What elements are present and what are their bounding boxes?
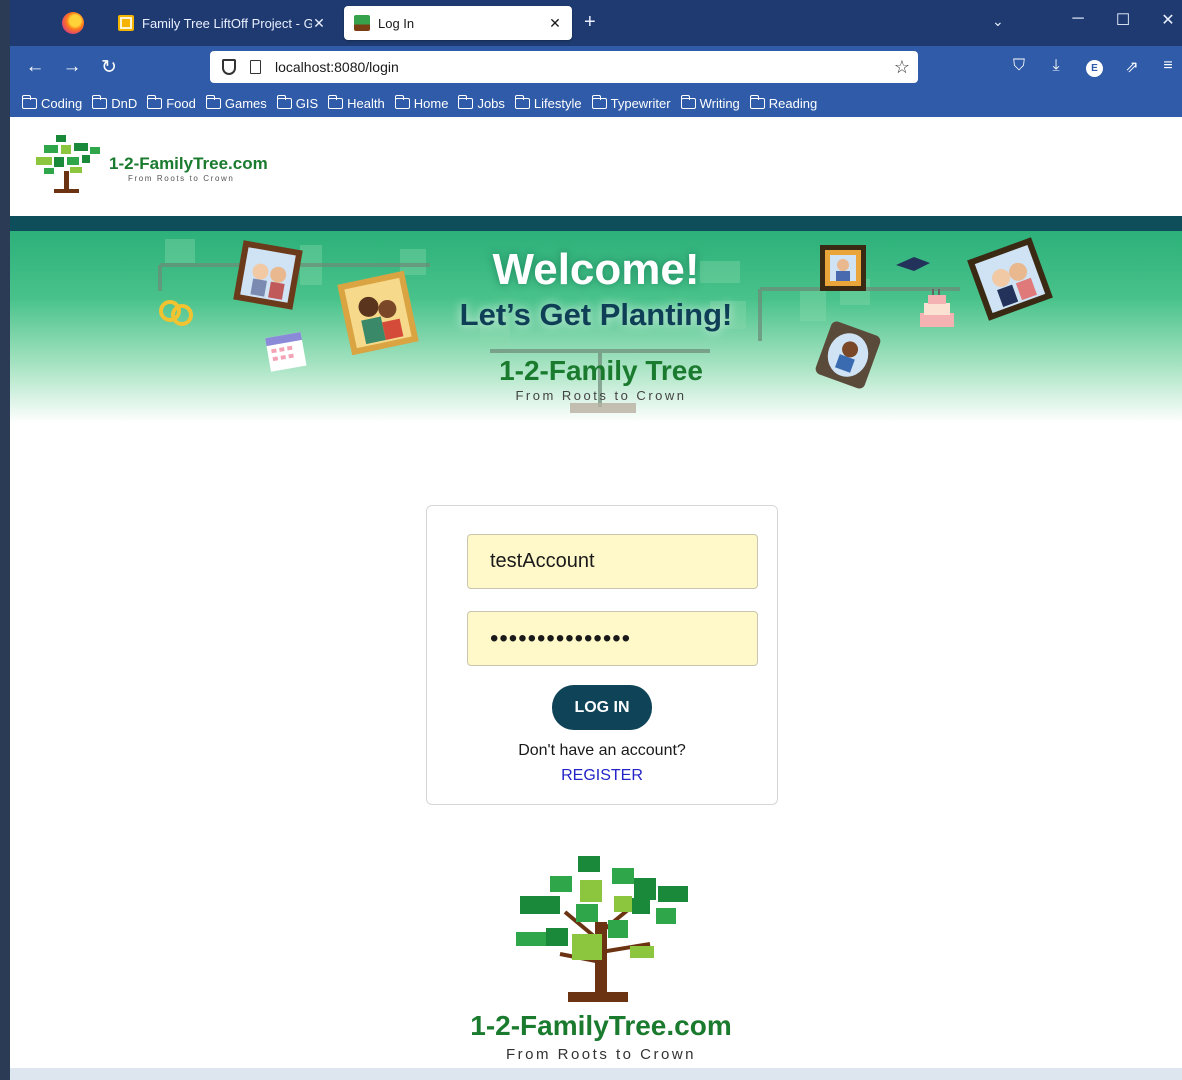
tree-favicon-icon (354, 15, 370, 31)
header-brand[interactable]: 1-2-FamilyTree.com (109, 154, 268, 174)
new-tab-button[interactable]: + (584, 12, 596, 32)
maximize-button[interactable]: ☐ (1111, 10, 1135, 30)
login-form: testAccount ••••••••••••••• LOG IN Don't… (426, 505, 778, 805)
bookmark-folder[interactable]: Food (147, 95, 196, 111)
share-icon[interactable]: ⇗ (1121, 57, 1143, 77)
footer-tree-logo-icon (516, 856, 688, 1002)
tab-title: Log In (378, 15, 415, 31)
banner-subtitle: Let’s Get Planting! (459, 297, 733, 332)
folder-icon (394, 95, 410, 109)
bookmark-folder[interactable]: Jobs (458, 95, 505, 111)
bookmark-label: Lifestyle (533, 96, 582, 111)
folder-icon (458, 95, 474, 109)
bookmark-folder[interactable]: DnD (92, 95, 138, 111)
folder-icon (328, 95, 344, 109)
tab-login[interactable]: Log In ✕ (344, 6, 572, 40)
tab-close-icon[interactable]: ✕ (312, 15, 326, 32)
tracking-shield-icon[interactable] (222, 59, 236, 75)
banner-welcome: Welcome! (492, 245, 700, 294)
bookmark-label: Jobs (477, 96, 505, 111)
footer-brand: 1-2-FamilyTree.com (470, 1010, 732, 1041)
list-tabs-chevron-icon[interactable]: ⌄ (992, 13, 1004, 30)
navigation-toolbar: ← → ↻ localhost:8080/login ☆ ⛉ ⤓ E ⇗ ≡ (10, 46, 1182, 90)
bookmark-label: Food (166, 96, 196, 111)
tab-bar: Family Tree LiftOff Project - Goo ✕ Log … (10, 0, 1182, 46)
forward-button[interactable]: → (60, 56, 84, 78)
banner-brand: 1-2-Family Tree (499, 355, 703, 386)
login-button[interactable]: LOG IN (552, 685, 652, 730)
extension-icon[interactable]: E (1086, 60, 1103, 77)
bookmark-label: Games (224, 96, 267, 111)
tab-title: Family Tree LiftOff Project - Goo (142, 15, 312, 31)
folder-icon (22, 95, 37, 109)
pocket-icon[interactable]: ⛉ (1008, 57, 1030, 75)
site-header: 1-2-FamilyTree.com From Roots to Crown (10, 117, 1182, 216)
bookmark-label: Typewriter (610, 96, 671, 111)
no-account-text: Don't have an account? (518, 742, 686, 759)
password-input[interactable]: ••••••••••••••• (467, 611, 758, 666)
header-tagline: From Roots to Crown (128, 174, 235, 183)
register-link[interactable]: REGISTER (427, 767, 777, 785)
bookmark-label: DnD (111, 96, 138, 111)
folder-icon (514, 95, 530, 109)
bookmark-label: Home (413, 96, 449, 111)
bookmark-folder[interactable]: Coding (22, 95, 83, 111)
address-bar[interactable]: localhost:8080/login ☆ (210, 51, 918, 83)
bookmarks-bar: Coding DnD Food Games GIS Health Home Jo… (10, 90, 1182, 117)
bookmark-folder[interactable]: Reading (749, 95, 818, 111)
bookmark-star-icon[interactable]: ☆ (894, 57, 910, 78)
tab-slides-project[interactable]: Family Tree LiftOff Project - Goo ✕ (108, 6, 336, 40)
bookmark-label: GIS (295, 96, 319, 111)
bookmark-label: Reading (768, 96, 818, 111)
folder-icon (92, 95, 108, 109)
reload-button[interactable]: ↻ (97, 56, 121, 79)
folder-icon (276, 95, 292, 109)
bookmark-label: Coding (41, 96, 83, 111)
bookmark-folder[interactable]: Games (205, 95, 267, 111)
bookmark-folder[interactable]: Typewriter (591, 95, 671, 111)
folder-icon (205, 95, 221, 109)
footer-tagline: From Roots to Crown (505, 1046, 697, 1063)
bookmark-folder[interactable]: Home (394, 95, 449, 111)
url-text[interactable]: localhost:8080/login (275, 59, 399, 75)
bookmark-label: Health (347, 96, 385, 111)
bookmark-folder[interactable]: Lifestyle (514, 95, 582, 111)
download-icon[interactable]: ⤓ (1045, 57, 1067, 75)
folder-icon (749, 95, 765, 109)
slides-icon (118, 15, 134, 31)
minimize-button[interactable]: ─ (1066, 10, 1090, 28)
header-divider (10, 216, 1182, 231)
firefox-icon[interactable] (62, 12, 84, 34)
welcome-banner: Welcome! Let’s Get Planting! 1-2-Family … (10, 231, 1182, 423)
banner-tagline: From Roots to Crown (515, 388, 687, 403)
menu-icon[interactable]: ≡ (1157, 57, 1179, 75)
username-input[interactable]: testAccount (467, 534, 758, 589)
folder-icon (147, 95, 163, 109)
bookmark-label: Writing (699, 96, 740, 111)
tree-logo-icon[interactable] (34, 133, 102, 195)
status-strip (10, 1068, 1182, 1080)
bookmark-folder[interactable]: Writing (680, 95, 740, 111)
tab-close-icon[interactable]: ✕ (548, 15, 562, 32)
window-left-edge (0, 0, 10, 1080)
page-info-icon[interactable] (250, 60, 261, 74)
back-button[interactable]: ← (23, 56, 47, 78)
bookmark-folder[interactable]: Health (328, 95, 385, 111)
folder-icon (591, 95, 607, 109)
bookmark-folder[interactable]: GIS (276, 95, 319, 111)
close-window-button[interactable]: ✕ (1156, 10, 1180, 30)
folder-icon (680, 95, 696, 109)
